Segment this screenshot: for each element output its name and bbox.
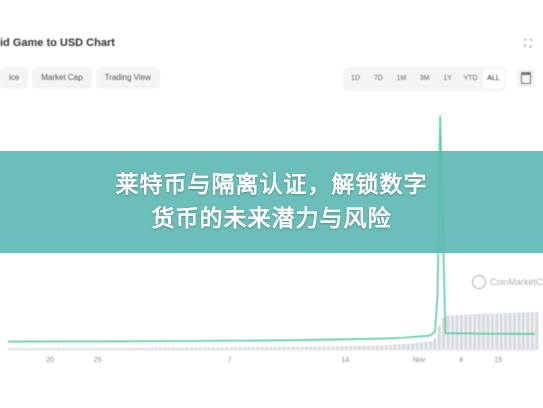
- range-all-button[interactable]: ALL: [483, 69, 504, 89]
- tab-price[interactable]: ice: [0, 67, 29, 89]
- range-3m-button[interactable]: 3M: [414, 69, 435, 89]
- x-tick-label: 8: [459, 357, 463, 364]
- volume-bar: [481, 313, 486, 350]
- volume-bar: [508, 312, 512, 350]
- chart-title: id Game to USD Chart: [0, 37, 115, 49]
- headline-line-2: 货币的未来潜力与风险: [151, 206, 392, 232]
- headline-line-1: 莱特币与隔离认证，解锁数字: [115, 172, 428, 198]
- volume-bar: [344, 346, 348, 350]
- range-1m-button[interactable]: 1M: [391, 69, 412, 89]
- volume-bar: [349, 346, 353, 350]
- volume-bar: [433, 337, 437, 350]
- volume-bar: [380, 345, 384, 350]
- volume-bar: [468, 314, 472, 350]
- x-tick-label: 15: [494, 357, 502, 364]
- volume-bar: [512, 312, 517, 350]
- volume-bar: [397, 344, 402, 350]
- volume-bar: [486, 313, 490, 350]
- x-tick-label: 7: [227, 357, 231, 364]
- volume-bar: [353, 345, 357, 350]
- volume-bar: [437, 325, 441, 350]
- calendar-icon[interactable]: [517, 69, 535, 87]
- range-ytd-button[interactable]: YTD: [460, 69, 481, 89]
- volume-bar: [504, 313, 508, 350]
- volume-bar: [371, 345, 375, 350]
- volume-bar: [340, 346, 344, 350]
- headline-banner: 莱特币与隔离认证，解锁数字 货币的未来潜力与风险: [0, 151, 543, 253]
- range-1d-button[interactable]: 1D: [345, 69, 366, 89]
- volume-bar: [313, 346, 317, 350]
- volume-bar: [490, 313, 495, 350]
- tab-market-cap[interactable]: Market Cap: [32, 67, 92, 89]
- range-1y-button[interactable]: 1Y: [437, 69, 458, 89]
- volume-bar: [517, 312, 521, 350]
- x-tick-label: Nov: [413, 357, 426, 364]
- volume-bar: [393, 344, 397, 350]
- tab-trading-view[interactable]: Trading View: [95, 67, 160, 89]
- volume-bar: [459, 314, 464, 350]
- x-tick-label: 25: [94, 357, 102, 364]
- volume-bar: [366, 345, 371, 350]
- volume-bar: [477, 313, 481, 350]
- volume-bar: [362, 345, 366, 350]
- volume-bar: [473, 314, 477, 350]
- volume-bar: [402, 344, 406, 350]
- volume-bar: [335, 346, 340, 350]
- time-range-selector: 1D 7D 1M 3M 1Y YTD ALL: [343, 67, 506, 91]
- watermark: CoinMarketCap: [472, 275, 543, 289]
- expand-icon[interactable]: ⛶: [522, 38, 534, 50]
- watermark-text: CoinMarketCap: [490, 277, 543, 287]
- volume-bar: [499, 313, 503, 350]
- volume-bar: [415, 342, 419, 350]
- range-7d-button[interactable]: 7D: [368, 69, 389, 89]
- volume-bar: [318, 346, 322, 350]
- volume-bar: [388, 344, 393, 350]
- volume-bar: [357, 345, 362, 350]
- coinmarketcap-logo-icon: [472, 275, 486, 289]
- volume-bar: [428, 341, 433, 350]
- volume-bar: [535, 312, 539, 350]
- volume-bar: [455, 314, 459, 350]
- volume-bar: [424, 341, 428, 350]
- volume-bar: [495, 313, 499, 350]
- volume-bar: [375, 345, 379, 350]
- volume-bar: [464, 314, 468, 350]
- volume-bar: [322, 346, 326, 350]
- volume-bar: [309, 346, 313, 350]
- x-tick-label: 20: [46, 357, 54, 364]
- volume-bar: [530, 312, 534, 350]
- x-tick-label: 14: [341, 357, 349, 364]
- volume-bar: [526, 312, 530, 350]
- volume-bar: [326, 346, 331, 350]
- volume-bar: [521, 312, 526, 350]
- chart-type-tabs: ice Market Cap Trading View: [0, 67, 160, 89]
- volume-bar: [331, 346, 335, 350]
- volume-bar: [384, 345, 388, 350]
- volume-bar: [411, 343, 415, 350]
- volume-bar: [419, 342, 424, 350]
- volume-bar: [406, 343, 410, 350]
